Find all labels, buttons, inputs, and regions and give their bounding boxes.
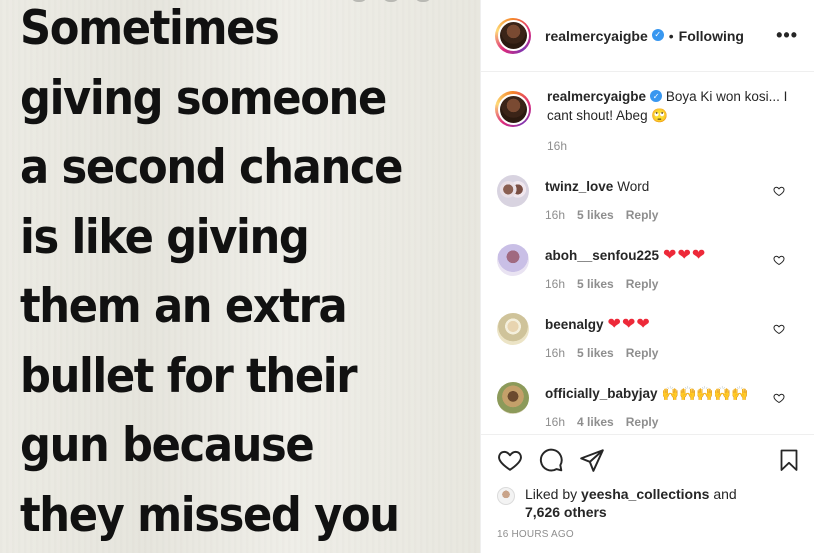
quote-line: is like giving (20, 209, 310, 265)
comment-item: beenalgy ❤❤❤ 16h 5 likes Reply (495, 313, 799, 360)
reply-button[interactable]: Reply (626, 208, 659, 222)
comment-text: ❤❤❤ (663, 247, 707, 264)
commenter-avatar[interactable] (497, 175, 529, 207)
comment-text: 🙌🙌🙌🙌🙌 (661, 385, 749, 401)
commenter-username[interactable]: twinz_love (545, 179, 613, 194)
commenter-avatar[interactable] (497, 244, 529, 276)
quote-line: they missed you (20, 487, 400, 543)
like-comment-heart-icon[interactable] (773, 185, 785, 197)
commenter-username[interactable]: officially_babyjay (545, 386, 658, 401)
caption-text: realmercyaigbe ✓ Boya Ki won kosi... I ca… (547, 87, 799, 125)
liked-by-and: and (713, 486, 737, 502)
post-image[interactable]: Sometimes giving someone a second chance… (0, 0, 480, 553)
quote-line: a second chance (20, 140, 403, 195)
quote-line: Sometimes (20, 1, 280, 56)
liked-by-username[interactable]: yeesha_collections (581, 486, 709, 502)
quote-line: bullet for their (20, 348, 358, 404)
commenter-username[interactable]: beenalgy (545, 317, 604, 332)
post-actions: Liked by yeesha_collections and 7,626 ot… (481, 434, 814, 553)
post-timestamp[interactable]: 16 HOURS AGO (497, 529, 801, 540)
comment-item: officially_babyjay 🙌🙌🙌🙌🙌 16h 4 likes Reply (495, 382, 799, 429)
caption: realmercyaigbe ✓ Boya Ki won kosi... I ca… (495, 87, 799, 153)
share-icon[interactable] (579, 447, 605, 473)
liked-by-avatar[interactable] (497, 487, 515, 505)
comment-time[interactable]: 16h (545, 346, 565, 360)
reply-button[interactable]: Reply (626, 346, 659, 360)
liked-by-prefix: Liked by (525, 486, 578, 502)
commenter-username[interactable]: aboh__senfou225 (545, 248, 659, 263)
comment-time[interactable]: 16h (545, 415, 565, 429)
like-comment-heart-icon[interactable] (773, 392, 785, 404)
reply-button[interactable]: Reply (626, 415, 659, 429)
post-header: realmercyaigbe ✓ • Following ••• (481, 0, 814, 72)
comment-item: twinz_love Word 16h 5 likes Reply (495, 175, 799, 222)
quote-line: giving someone (20, 70, 387, 126)
quote-text: Sometimes giving someone a second chance… (20, 0, 480, 550)
caption-username[interactable]: realmercyaigbe (547, 89, 646, 104)
quote-line: them an extra (20, 279, 348, 334)
like-heart-icon[interactable] (497, 447, 523, 473)
commenter-avatar[interactable] (497, 382, 529, 414)
commenter-avatar[interactable] (497, 313, 529, 345)
comment-likes[interactable]: 5 likes (577, 208, 614, 222)
liked-by-text: Liked by yeesha_collections and 7,626 ot… (525, 485, 737, 521)
following-button[interactable]: Following (679, 28, 744, 44)
more-options-icon[interactable]: ••• (776, 25, 798, 46)
caption-time[interactable]: 16h (547, 139, 567, 153)
like-comment-heart-icon[interactable] (773, 254, 785, 266)
comment-text: Word (617, 179, 650, 194)
liked-by: Liked by yeesha_collections and 7,626 ot… (497, 485, 801, 521)
comment-time[interactable]: 16h (545, 277, 565, 291)
author-username[interactable]: realmercyaigbe (545, 28, 648, 44)
reply-button[interactable]: Reply (626, 277, 659, 291)
caption-avatar[interactable] (495, 91, 531, 127)
verified-badge-icon: ✓ (651, 28, 664, 41)
comment-likes[interactable]: 4 likes (577, 415, 614, 429)
author-avatar[interactable] (495, 17, 531, 54)
comment-text: ❤❤❤ (607, 316, 651, 333)
comment-icon[interactable] (538, 447, 564, 473)
comment-item: aboh__senfou225 ❤❤❤ 16h 5 likes Reply (495, 244, 799, 291)
separator-dot: • (668, 27, 674, 44)
verified-badge-icon: ✓ (650, 90, 663, 103)
post-side-panel: realmercyaigbe ✓ • Following ••• realmer… (480, 0, 814, 553)
save-bookmark-icon[interactable] (777, 447, 801, 473)
comment-likes[interactable]: 5 likes (577, 277, 614, 291)
comment-likes[interactable]: 5 likes (577, 346, 614, 360)
like-comment-heart-icon[interactable] (773, 323, 785, 335)
comments-list[interactable]: realmercyaigbe ✓ Boya Ki won kosi... I ca… (481, 73, 814, 435)
action-icons (497, 445, 801, 475)
caption-meta: 16h (547, 139, 799, 153)
comment-time[interactable]: 16h (545, 208, 565, 222)
liked-by-others-count[interactable]: 7,626 others (525, 504, 607, 520)
quote-line: gun because (20, 418, 315, 473)
